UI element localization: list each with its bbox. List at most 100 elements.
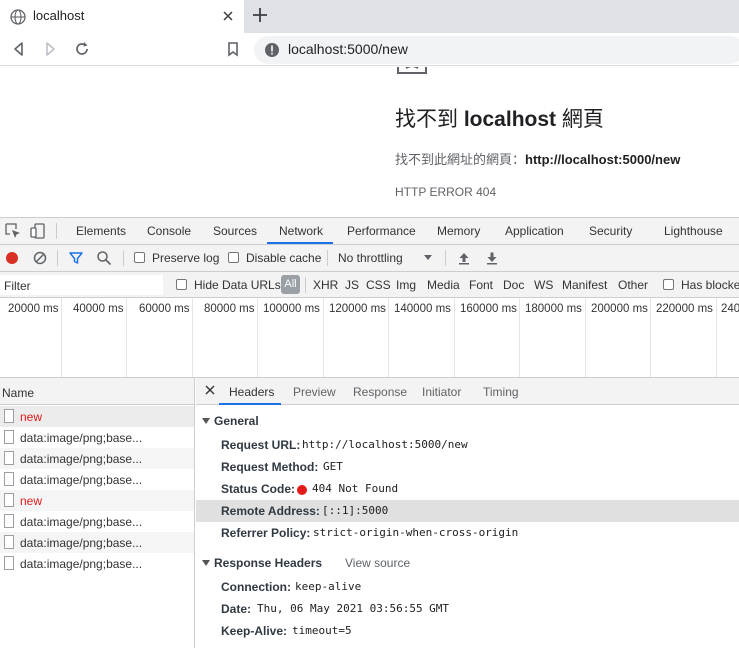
filter-type-media[interactable]: Media (427, 278, 460, 292)
header-key: Keep-Alive: (221, 624, 288, 638)
filter-type-other[interactable]: Other (618, 278, 648, 292)
timeline-tick (323, 298, 324, 377)
tab-performance[interactable]: Performance (347, 224, 416, 238)
close-tab-icon[interactable] (219, 7, 237, 25)
timeline-tick-label: 160000 ms (460, 303, 517, 315)
header-value: timeout=5 (292, 624, 352, 637)
filter-type-js[interactable]: JS (345, 278, 359, 292)
forward-icon[interactable] (40, 39, 60, 59)
clear-icon[interactable] (32, 250, 48, 266)
back-icon[interactable] (9, 39, 29, 59)
general-section-header[interactable]: General (202, 414, 259, 428)
hide-data-urls-checkbox[interactable] (176, 279, 187, 290)
filter-type-ws[interactable]: WS (534, 278, 553, 292)
address-bar[interactable]: localhost:5000/new (254, 36, 739, 64)
image-file-icon (4, 430, 14, 444)
tab-sources[interactable]: Sources (213, 224, 257, 238)
tab-headers[interactable]: Headers (229, 385, 274, 399)
tab-title: localhost (33, 8, 85, 23)
export-har-icon[interactable] (484, 250, 500, 266)
table-row[interactable]: data:image/png;base... (0, 553, 194, 574)
view-source-link[interactable]: View source (345, 556, 410, 570)
timeline-tick (716, 298, 717, 377)
toolbar-separator (123, 250, 124, 266)
new-tab-icon[interactable] (250, 5, 270, 25)
table-row[interactable]: data:image/png;base... (0, 532, 194, 553)
document-icon (4, 409, 14, 423)
filter-type-img[interactable]: Img (396, 278, 416, 292)
header-key: Request URL: (221, 438, 301, 452)
record-icon[interactable] (4, 250, 20, 266)
url-text: localhost:5000/new (288, 41, 408, 57)
timeline-overview[interactable]: 20000 ms 40000 ms 60000 ms 80000 ms 1000… (0, 298, 739, 378)
table-row[interactable]: data:image/png;base... (0, 511, 194, 532)
tab-initiator[interactable]: Initiator (422, 385, 461, 399)
timeline-tick-label: 200000 ms (591, 303, 648, 315)
tab-memory[interactable]: Memory (437, 224, 480, 238)
header-row: Request Method: GET (196, 456, 739, 478)
inspect-element-icon[interactable] (5, 223, 21, 239)
table-row[interactable]: data:image/png;base... (0, 448, 194, 469)
tab-lighthouse[interactable]: Lighthouse (664, 224, 723, 238)
request-name: data:image/png;base... (20, 431, 143, 445)
disable-cache-checkbox[interactable] (228, 252, 239, 263)
tab-response[interactable]: Response (353, 385, 407, 399)
bookmark-icon[interactable] (223, 39, 243, 59)
preserve-log-checkbox[interactable] (134, 252, 145, 263)
header-key: Date: (221, 602, 252, 616)
filter-type-manifest[interactable]: Manifest (562, 278, 607, 292)
search-icon[interactable] (96, 250, 112, 266)
tab-application[interactable]: Application (505, 224, 564, 238)
toolbar-separator (57, 250, 58, 266)
tab-console[interactable]: Console (147, 224, 191, 238)
tab-security[interactable]: Security (589, 224, 632, 238)
toolbar-separator (445, 250, 446, 266)
reload-icon[interactable] (72, 39, 92, 59)
triangle-down-icon (202, 560, 210, 566)
detail-tabbar: Headers Preview Response Initiator Timin… (196, 378, 739, 405)
browser-tab[interactable]: localhost (0, 0, 244, 33)
error-code: HTTP ERROR 404 (395, 185, 497, 199)
filter-icon[interactable] (68, 250, 84, 266)
table-row[interactable]: data:image/png;base... (0, 469, 194, 490)
timeline-tick-label: 40000 ms (73, 303, 124, 315)
image-file-icon (4, 472, 14, 486)
response-headers-section-header[interactable]: Response Headers (202, 556, 322, 570)
filter-placeholder: Filter (4, 279, 31, 293)
device-toolbar-icon[interactable] (30, 223, 46, 239)
tab-network[interactable]: Network (279, 224, 323, 238)
throttling-select[interactable]: No throttling (338, 251, 403, 265)
filter-type-xhr[interactable]: XHR (313, 278, 338, 292)
tab-timing[interactable]: Timing (483, 385, 519, 399)
name-column-header[interactable]: Name (0, 378, 194, 405)
timeline-tick (257, 298, 258, 377)
tab-elements[interactable]: Elements (76, 224, 126, 238)
filter-type-all[interactable]: All (281, 275, 300, 294)
header-row: Referrer Policy: strict-origin-when-cros… (196, 522, 739, 544)
has-blocked-cookies-checkbox[interactable] (663, 279, 674, 290)
image-file-icon (4, 556, 14, 570)
timeline-tick-label: 60000 ms (139, 303, 190, 315)
preserve-log-label: Preserve log (152, 251, 220, 265)
toolbar-separator (327, 250, 328, 266)
header-row: Date: Thu, 06 May 2021 03:56:55 GMT (196, 598, 739, 620)
info-icon[interactable] (264, 42, 280, 58)
header-key: Referrer Policy: (221, 526, 311, 540)
filter-input[interactable]: Filter (0, 275, 163, 295)
tab-preview[interactable]: Preview (293, 385, 336, 399)
timeline-tick (650, 298, 651, 377)
close-icon[interactable] (204, 384, 216, 396)
filter-type-css[interactable]: CSS (366, 278, 391, 292)
header-key: Remote Address: (221, 504, 320, 518)
import-har-icon[interactable] (456, 250, 472, 266)
request-name: data:image/png;base... (20, 536, 143, 550)
request-detail-pane: Headers Preview Response Initiator Timin… (196, 378, 739, 648)
table-row[interactable]: data:image/png;base... (0, 427, 194, 448)
timeline-tick (585, 298, 586, 377)
filter-type-doc[interactable]: Doc (503, 278, 524, 292)
filter-type-font[interactable]: Font (469, 278, 493, 292)
page-content: 找不到 localhost 網頁 找不到此網址的網頁：http://localh… (0, 67, 739, 217)
timeline-tick (126, 298, 127, 377)
table-row[interactable]: new (0, 406, 194, 427)
table-row[interactable]: new (0, 490, 194, 511)
